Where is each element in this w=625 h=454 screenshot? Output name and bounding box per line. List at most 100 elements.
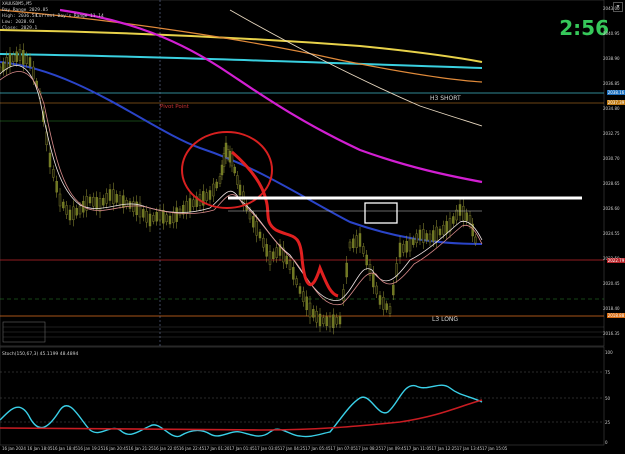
price-axis-label: 2026.60 (603, 206, 620, 211)
day-range-info: Day Range 2029.85 (2, 8, 49, 13)
bar-countdown-timer: 2:56 (559, 16, 609, 40)
price-badge-l3: 2018.88 (607, 313, 625, 318)
candle-body (285, 255, 288, 265)
time-axis-label: 17 Jan 13:45 (456, 446, 483, 451)
low-info: Low: 2028.93 (2, 20, 35, 25)
price-axis-label: 2040.95 (603, 31, 620, 36)
pivot-point-label: Pivot Point (160, 104, 189, 110)
stoch-level-0: 0 (605, 440, 608, 445)
candle-body (325, 316, 328, 327)
symbol-info: XAUUSDM5,M5 (2, 2, 32, 7)
time-axis-label: 16 Jan 21:25 (128, 446, 154, 451)
candle-body (408, 238, 412, 252)
candle-body (108, 189, 112, 201)
candle-body (398, 242, 402, 258)
candle-body (328, 316, 332, 328)
candle-body (322, 317, 325, 324)
candle-body (228, 150, 232, 163)
chart-window[interactable]: XAUUSDM5,M5 Day Range 2029.85 High: 2036… (0, 0, 625, 454)
time-axis-label: 16 Jan 20:45 (103, 446, 129, 451)
time-axis-label: 17 Jan 01:20 (204, 446, 230, 451)
candle-body (152, 215, 155, 222)
bottom-labels-cluster (2, 321, 604, 343)
price-axis-label: 2038.90 (603, 56, 620, 61)
candle-body (155, 211, 158, 222)
candle-body (435, 226, 438, 242)
price-chart[interactable] (0, 0, 625, 454)
candle-body (132, 201, 135, 212)
candle-body (392, 284, 395, 296)
price-axis-label: 2024.55 (603, 231, 620, 236)
candle-body (95, 197, 98, 210)
candle-body (15, 51, 18, 62)
candle-body (192, 199, 195, 208)
candle-body (215, 181, 218, 189)
candle-body (115, 194, 118, 203)
candle-body (315, 310, 318, 323)
candle-body (32, 66, 35, 80)
candle-body (178, 208, 182, 216)
time-axis-label: 16 Jan 18:05 (27, 446, 53, 451)
candle-body (358, 233, 362, 247)
candle-body (68, 209, 72, 221)
candle-body (462, 206, 465, 221)
time-axis-label: 17 Jan 07:05 (330, 446, 356, 451)
time-axis-label: 17 Jan 09:45 (380, 446, 407, 451)
candle-body (222, 153, 226, 167)
target-box-drawing (364, 202, 398, 224)
candle-body (168, 215, 172, 225)
candle-body (230, 153, 234, 167)
candle-body (365, 254, 368, 266)
time-axis-label: 16 Jan 19:25 (77, 446, 104, 451)
candle-body (72, 206, 75, 221)
price-axis-label: 2036.85 (603, 81, 620, 86)
candle-body (248, 210, 252, 220)
candle-body (55, 180, 58, 193)
candle-body (2, 61, 5, 72)
candle-body (432, 230, 435, 242)
candle-body (142, 209, 145, 218)
candle-body (185, 201, 188, 214)
time-axis-label: 17 Jan 15:05 (482, 446, 508, 451)
time-axis-label: 17 Jan 08:25 (355, 446, 381, 451)
candle-body (372, 272, 375, 288)
candle-body (455, 209, 458, 221)
candle-body (162, 209, 165, 224)
price-badge-h3: 2038.16 (607, 90, 625, 95)
candle-body (442, 224, 445, 235)
candle-body (405, 240, 408, 253)
high-info: High: 2036.54 (2, 14, 38, 19)
candle-body (65, 205, 68, 215)
candle-body (125, 200, 128, 207)
h3-short-label: H3 SHORT (430, 95, 461, 102)
candle-body (98, 198, 102, 212)
candle-body (255, 221, 258, 236)
price-axis-label: 2028.65 (603, 181, 620, 186)
candle-body (418, 229, 422, 241)
candle-body (474, 236, 477, 244)
ma-yellow-line (0, 29, 483, 63)
candle-body (295, 278, 298, 285)
candle-body (375, 285, 378, 295)
stoch-level-25: 25 (605, 420, 611, 425)
price-axis-label: 2043.00 (603, 6, 620, 11)
candle-body (78, 205, 82, 215)
candle-body (226, 149, 230, 158)
stochastic-title: Stoch(150,67,3) 45.1199 48.4894 (2, 352, 79, 357)
time-axis-label: 17 Jan 11:05 (406, 446, 432, 451)
candle-body (212, 183, 215, 197)
ma-white-line (229, 9, 483, 127)
candle-body (8, 53, 12, 67)
red-arrow-path-drawing (231, 150, 339, 298)
time-axis-label: 17 Jan 05:45 (305, 446, 331, 451)
candle-body (238, 184, 242, 196)
candle-body (388, 306, 392, 314)
candle-body (452, 216, 455, 224)
candle-body (92, 196, 95, 207)
candle-body (362, 246, 365, 254)
candle-body (428, 233, 432, 243)
candle-body (268, 251, 272, 265)
time-axis-label: 16 Jan 2024 (2, 446, 26, 451)
candle-body (128, 201, 132, 209)
stoch-level-50: 50 (605, 396, 611, 401)
